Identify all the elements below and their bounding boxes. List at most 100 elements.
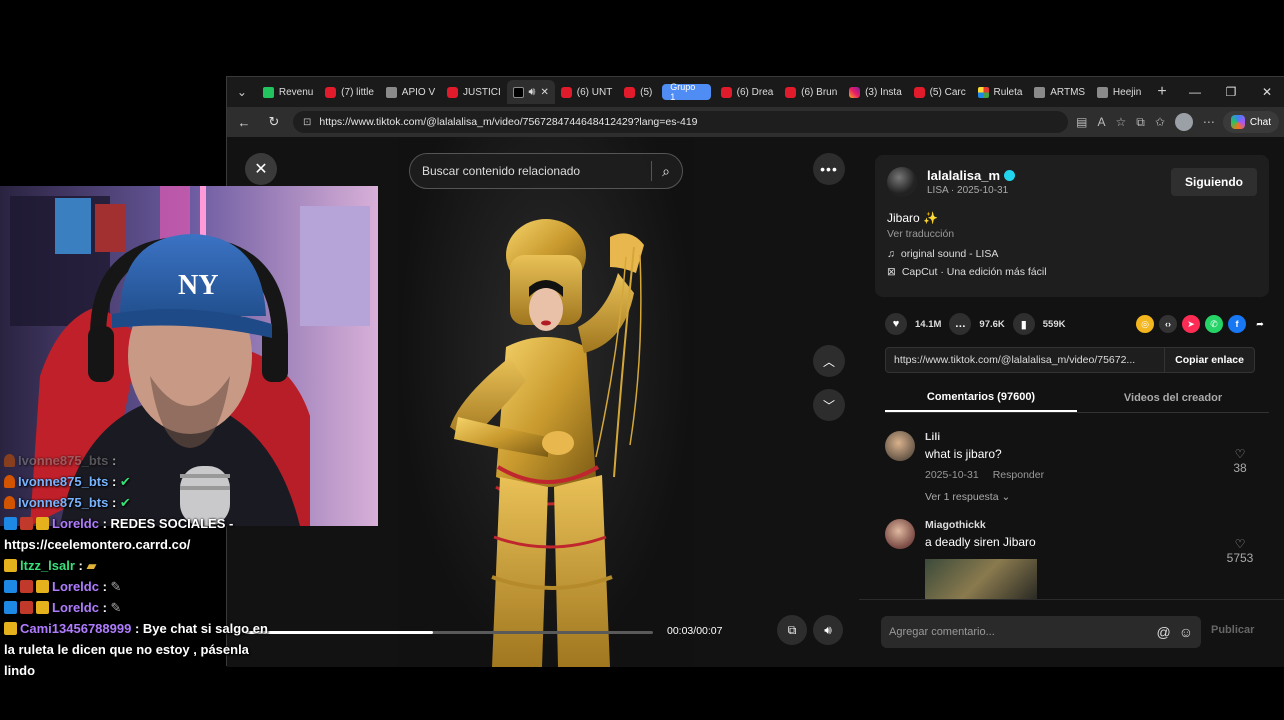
publish-button[interactable]: Publicar xyxy=(1211,624,1254,636)
favorite-star-icon[interactable]: ☆ xyxy=(1115,115,1126,129)
search-icon[interactable]: ⌕ xyxy=(662,163,670,180)
tab-unt[interactable]: (6) UNT xyxy=(555,80,618,104)
creator-avatar[interactable] xyxy=(887,167,917,197)
tab-instagram[interactable]: (3) Insta xyxy=(843,80,908,104)
related-search-input[interactable]: Buscar contenido relacionado ⌕ xyxy=(409,153,683,189)
reload-icon[interactable]: ↻ xyxy=(263,111,285,133)
share-arrow-icon[interactable]: ➦ xyxy=(1251,315,1269,333)
comment-item: Lili what is jibaro? 2025-10-31 Responde… xyxy=(885,431,1255,511)
comment-count: 97.6K xyxy=(979,318,1005,330)
tab-justice[interactable]: JUSTICI xyxy=(441,80,507,104)
new-tab-icon[interactable]: + xyxy=(1147,77,1177,107)
tiktok-icon xyxy=(512,86,524,98)
chat-username: Ivonne875_bts xyxy=(18,495,109,510)
see-translation-link[interactable]: Ver traducción xyxy=(887,228,1257,240)
next-video-button[interactable]: ﹀ xyxy=(813,389,845,421)
tab-heejin[interactable]: Heejin xyxy=(1091,80,1147,104)
address-bar[interactable]: ⊡ https://www.tiktok.com/@lalalalisa_m/v… xyxy=(293,111,1069,133)
following-button[interactable]: Siguiendo xyxy=(1171,168,1257,196)
emote-icon: ✎ xyxy=(110,579,122,594)
send-icon[interactable]: ➤ xyxy=(1182,315,1200,333)
comment-like[interactable]: ♡ 38 xyxy=(1225,447,1255,475)
more-options-button[interactable]: ••• xyxy=(813,153,845,185)
tab-little[interactable]: (7) little xyxy=(319,80,380,104)
chat-badge-icon xyxy=(4,601,17,614)
profile-avatar[interactable] xyxy=(1174,113,1193,131)
speaker-icon[interactable]: 🔊︎ xyxy=(529,86,536,99)
facebook-icon[interactable]: f xyxy=(1228,315,1246,333)
tab-list-dropdown-icon[interactable]: ⌄ xyxy=(227,77,257,107)
tab-ruleta[interactable]: Ruleta xyxy=(972,80,1029,104)
share-link-text[interactable]: https://www.tiktok.com/@lalalalisa_m/vid… xyxy=(894,354,1135,366)
embed-icon[interactable]: ‹› xyxy=(1159,315,1177,333)
close-tab-icon[interactable]: ✕ xyxy=(540,87,548,98)
coin-icon[interactable]: ◎ xyxy=(1136,315,1154,333)
view-replies-link[interactable]: Ver 1 respuesta ⌄ xyxy=(925,491,1010,503)
collections-icon[interactable]: ✩ xyxy=(1155,115,1165,129)
emoji-icon[interactable]: ☺ xyxy=(1179,624,1193,640)
like-count: 14.1M xyxy=(915,318,942,330)
whatsapp-icon[interactable]: ✆ xyxy=(1205,315,1223,333)
reader-icon[interactable]: ▤ xyxy=(1076,115,1087,129)
floating-player-button[interactable]: ⧉ xyxy=(777,615,807,645)
comment-text: what is jibaro? xyxy=(925,447,1002,461)
tab-5[interactable]: (5) xyxy=(618,80,658,104)
bookmark-icon[interactable]: ▮ xyxy=(1012,313,1035,335)
tab-comments[interactable]: Comentarios (97600) xyxy=(885,383,1077,412)
site-info-icon[interactable]: ⊡ xyxy=(303,117,311,128)
cap-logo: NY xyxy=(178,270,218,301)
comment-icon[interactable]: … xyxy=(949,313,972,335)
chat-badge-icon xyxy=(4,580,17,593)
tab-group-pill[interactable]: Grupo 1 xyxy=(662,82,711,102)
volume-button[interactable]: 🔊︎ xyxy=(813,615,843,645)
tab-carc[interactable]: (5) Carc xyxy=(908,80,972,104)
chat-separator: : xyxy=(98,579,107,594)
tab-creator-videos[interactable]: Videos del creador xyxy=(1077,383,1269,412)
close-video-button[interactable]: ✕ xyxy=(245,153,277,185)
youtube-icon xyxy=(720,86,732,98)
comment-like[interactable]: ♡ 5753 xyxy=(1225,537,1255,565)
sound-line[interactable]: ♫ original sound - LISA xyxy=(887,248,1257,260)
tab-tiktok[interactable]: 🔊︎ ✕ xyxy=(506,80,555,104)
commenter-avatar[interactable] xyxy=(885,519,915,549)
tab-artms[interactable]: ARTMS xyxy=(1028,80,1091,104)
heart-icon[interactable]: ♥ xyxy=(885,313,907,335)
chat-message: Ivonne875_bts : ✔ xyxy=(0,471,270,492)
chat-badge-icon xyxy=(20,517,33,530)
mention-icon[interactable]: @ xyxy=(1156,624,1170,640)
translate-icon[interactable]: A xyxy=(1097,115,1105,129)
reply-link[interactable]: Responder xyxy=(993,469,1044,481)
chat-badge-icon xyxy=(36,517,49,530)
commenter-avatar[interactable] xyxy=(885,431,915,461)
generic-icon xyxy=(1034,86,1046,98)
commenter-name[interactable]: Lili xyxy=(925,431,940,443)
comment-image[interactable] xyxy=(925,559,1037,599)
back-icon[interactable]: ← xyxy=(233,111,255,133)
previous-video-button[interactable]: ︿ xyxy=(813,345,845,377)
chat-username: Cami13456788999 xyxy=(20,621,132,636)
close-window-icon[interactable]: ✕ xyxy=(1249,77,1284,107)
capcut-line[interactable]: ⊠ CapCut · Una edición más fácil xyxy=(887,266,1257,278)
video-player[interactable] xyxy=(398,137,694,667)
creator-name[interactable]: lalalalisa_m xyxy=(927,168,1015,183)
tab-brun[interactable]: (6) Brun xyxy=(779,80,843,104)
comment-placeholder: Agregar comentario... xyxy=(889,626,995,638)
tab-revenue[interactable]: Revenu xyxy=(257,80,319,104)
restore-icon[interactable]: ❐ xyxy=(1213,77,1249,107)
tab-label: (6) Drea xyxy=(736,86,774,98)
more-menu-icon[interactable]: ⋯ xyxy=(1203,115,1215,129)
creator-subline: LISA · 2025-10-31 xyxy=(927,185,1009,196)
copilot-chat-button[interactable]: Chat xyxy=(1222,111,1279,133)
copy-link-button[interactable]: Copiar enlace xyxy=(1164,348,1254,372)
tab-apio[interactable]: APIO V xyxy=(380,80,441,104)
chat-message: Loreldc : REDES SOCIALES - https://ceele… xyxy=(0,513,270,555)
capcut-icon: ⊠ xyxy=(887,266,896,278)
address-toolbar: ← ↻ ⊡ https://www.tiktok.com/@lalalalisa… xyxy=(227,107,1284,137)
minimize-icon[interactable]: — xyxy=(1177,77,1213,107)
commenter-name[interactable]: Miagothickk xyxy=(925,519,986,531)
tab-dream[interactable]: (6) Drea xyxy=(715,80,780,104)
comment-input[interactable]: Agregar comentario... @ ☺ xyxy=(881,616,1201,648)
video-progress-bar[interactable] xyxy=(245,631,653,634)
chat-message: Ivonne875_bts : ✔ xyxy=(0,492,270,513)
extensions-icon[interactable]: ⧉ xyxy=(1136,115,1145,130)
